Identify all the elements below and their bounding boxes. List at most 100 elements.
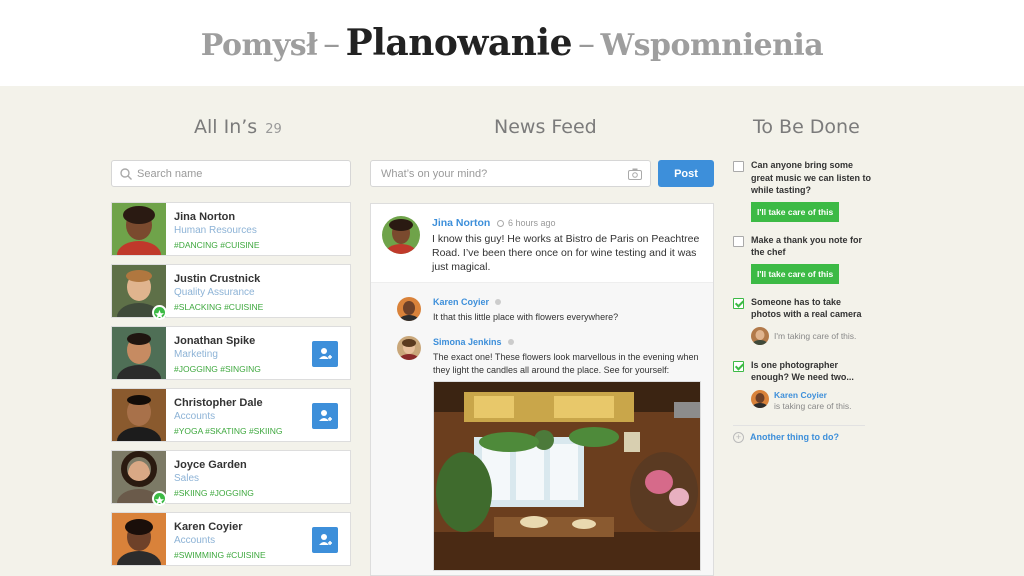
comment-text: The exact one! These flowers look marvel…	[433, 352, 699, 375]
stage-idea: Pomysł	[200, 28, 318, 63]
todo-item: Make a thank you note for the chef I'll …	[733, 234, 873, 284]
avatar	[751, 389, 769, 408]
add-person-button[interactable]	[312, 403, 338, 429]
avatar[interactable]	[397, 336, 421, 360]
status-composer[interactable]	[370, 160, 651, 187]
todo-text: Someone has to take photos with a real c…	[751, 296, 862, 320]
todo-text: Is one photographer enough? We need two.…	[751, 359, 854, 383]
todo-checkbox-checked[interactable]	[733, 297, 744, 309]
avatar	[112, 203, 166, 255]
todo-item: Is one photographer enough? We need two.…	[733, 359, 873, 411]
star-badge-icon	[152, 305, 167, 320]
comment-author-name: Simona Jenkins	[433, 337, 502, 347]
stage-title: Pomysł – Planowanie – Wspomnienia	[0, 0, 1024, 89]
avatar	[751, 326, 769, 345]
stage-memories: Wspomnienia	[600, 28, 824, 63]
clock-icon	[497, 220, 504, 227]
assignee-note: is taking care of this.	[774, 400, 852, 411]
add-user-icon	[319, 534, 332, 545]
comments-section: Karen Coyier It that this little place w…	[371, 282, 713, 575]
divider	[733, 425, 865, 426]
person-role: Accounts	[174, 411, 216, 422]
stage-planning: Planowanie	[345, 22, 573, 64]
options-icon[interactable]	[507, 339, 514, 345]
person-name: Justin Crustnick	[174, 273, 261, 285]
attached-photo[interactable]	[433, 381, 701, 571]
person-name: Christopher Dale	[174, 397, 263, 409]
post-time-label: 6 hours ago	[508, 218, 556, 228]
plus-icon: +	[733, 432, 744, 443]
todo-list: Can anyone bring some great music we can…	[733, 159, 873, 420]
comment-author-link[interactable]: Karen Coyier	[433, 297, 502, 307]
todo-item: Can anyone bring some great music we can…	[733, 159, 873, 222]
stage-separator: –	[577, 24, 595, 64]
person-role: Quality Assurance	[174, 287, 255, 298]
feed-post-card: Jina Norton 6 hours ago I know this guy!…	[370, 203, 714, 576]
person-tags: #JOGGING #SINGING	[174, 364, 261, 374]
search-input[interactable]	[137, 165, 337, 183]
todo-text: Make a thank you note for the chef	[751, 234, 863, 258]
person-tags: #SLACKING #CUISINE	[174, 302, 264, 312]
person-card[interactable]: Christopher Dale Accounts #YOGA #SKATING…	[111, 388, 351, 442]
person-tags: #DANCING #CUISINE	[174, 240, 260, 250]
add-todo-link[interactable]: + Another thing to do?	[733, 432, 839, 443]
add-todo-label: Another thing to do?	[750, 432, 839, 442]
avatar	[112, 389, 166, 441]
comment-author-link[interactable]: Simona Jenkins	[433, 337, 514, 347]
search-icon	[120, 168, 132, 180]
person-card[interactable]: Karen Coyier Accounts #SWIMMING #CUISINE	[111, 512, 351, 566]
avatar	[112, 513, 166, 565]
post-author-link[interactable]: Jina Norton	[432, 217, 490, 229]
post-time: 6 hours ago	[497, 218, 556, 228]
news-feed-title: News Feed	[494, 116, 597, 138]
todo-checkbox[interactable]	[733, 235, 744, 247]
all-ins-label: All In’s	[194, 116, 258, 138]
person-card[interactable]: Justin Crustnick Quality Assurance #SLAC…	[111, 264, 351, 320]
todo-checkbox[interactable]	[733, 161, 744, 172]
person-card[interactable]: Jonathan Spike Marketing #JOGGING #SINGI…	[111, 326, 351, 380]
todo-assignee: Karen Coyier is taking care of this.	[751, 389, 873, 411]
add-user-icon	[319, 410, 332, 421]
people-list: Jina Norton Human Resources #DANCING #CU…	[111, 202, 351, 574]
star-badge-icon	[152, 491, 167, 506]
comment-author-name: Karen Coyier	[433, 297, 490, 307]
person-name: Karen Coyier	[174, 521, 243, 533]
person-card[interactable]: Jina Norton Human Resources #DANCING #CU…	[111, 202, 351, 256]
assignee-name-link[interactable]: Karen Coyier	[774, 390, 827, 400]
person-name: Joyce Garden	[174, 459, 247, 471]
comment-text: It that this little place with flowers e…	[433, 312, 619, 322]
todo-assignee: I'm taking care of this.	[751, 326, 873, 347]
person-role: Marketing	[174, 349, 218, 360]
take-care-button[interactable]: I'll take care of this	[751, 263, 840, 284]
post-text: I know this guy! He works at Bistro de P…	[432, 233, 700, 273]
avatar	[112, 327, 166, 379]
todo-text: Can anyone bring some great music we can…	[751, 160, 872, 195]
avatar[interactable]	[382, 216, 420, 254]
assignee-note: I'm taking care of this.	[774, 330, 857, 341]
person-tags: #SWIMMING #CUISINE	[174, 550, 266, 560]
todo-checkbox-checked[interactable]	[733, 360, 744, 372]
person-role: Human Resources	[174, 225, 257, 236]
add-person-button[interactable]	[312, 341, 338, 367]
status-input[interactable]	[381, 165, 621, 183]
to-be-done-title: To Be Done	[753, 116, 860, 138]
take-care-button[interactable]: I'll take care of this	[751, 201, 840, 222]
stage-separator: –	[323, 24, 340, 64]
page-header: Pomysł – Planowanie – Wspomnienia	[0, 0, 1024, 86]
search-box[interactable]	[111, 160, 351, 187]
add-user-icon	[319, 348, 332, 359]
person-name: Jonathan Spike	[174, 335, 256, 347]
person-name: Jina Norton	[174, 211, 236, 223]
options-icon[interactable]	[495, 299, 502, 305]
todo-item: Someone has to take photos with a real c…	[733, 296, 873, 347]
all-ins-count: 29	[265, 122, 282, 137]
person-role: Accounts	[174, 535, 216, 546]
post-button[interactable]: Post	[658, 160, 714, 187]
add-person-button[interactable]	[312, 527, 338, 553]
person-role: Sales	[174, 473, 200, 484]
all-ins-title: All In’s 29	[194, 116, 282, 138]
person-tags: #SKIING #JOGGING	[174, 488, 254, 498]
avatar[interactable]	[397, 297, 421, 321]
camera-icon[interactable]	[628, 168, 642, 180]
person-card[interactable]: Joyce Garden Sales #SKIING #JOGGING	[111, 450, 351, 506]
